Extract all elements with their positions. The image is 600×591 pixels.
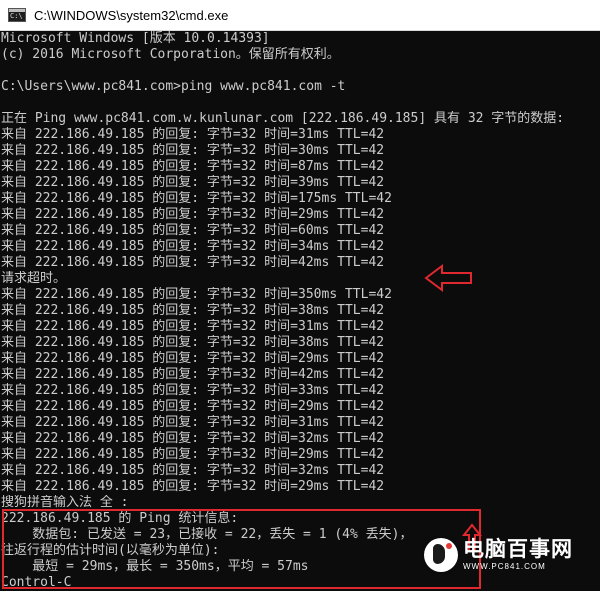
console-line: 来自 222.186.49.185 的回复: 字节=32 时间=31ms TTL… xyxy=(1,415,385,430)
console-line: 来自 222.186.49.185 的回复: 字节=32 时间=30ms TTL… xyxy=(1,143,385,158)
console-line: 正在 Ping www.pc841.com.w.kunlunar.com [22… xyxy=(1,111,565,126)
console-line: 来自 222.186.49.185 的回复: 字节=32 时间=29ms TTL… xyxy=(1,479,385,494)
console-line: 来自 222.186.49.185 的回复: 字节=32 时间=32ms TTL… xyxy=(1,463,385,478)
watermark: 电脑百事网 WWW.PC841.COM xyxy=(424,531,573,579)
console-line: 来自 222.186.49.185 的回复: 字节=32 时间=29ms TTL… xyxy=(1,207,385,222)
console-line: 来自 222.186.49.185 的回复: 字节=32 时间=38ms TTL… xyxy=(1,335,385,350)
console-line: 来自 222.186.49.185 的回复: 字节=32 时间=38ms TTL… xyxy=(1,303,385,318)
console-line: 来自 222.186.49.185 的回复: 字节=32 时间=31ms TTL… xyxy=(1,127,385,142)
console-line: 来自 222.186.49.185 的回复: 字节=32 时间=29ms TTL… xyxy=(1,447,385,462)
console-line: 来自 222.186.49.185 的回复: 字节=32 时间=87ms TTL… xyxy=(1,159,385,174)
console-line: 来自 222.186.49.185 的回复: 字节=32 时间=32ms TTL… xyxy=(1,431,385,446)
console-line: 来自 222.186.49.185 的回复: 字节=32 时间=34ms TTL… xyxy=(1,239,385,254)
console-output[interactable]: Microsoft Windows [版本 10.0.14393] (c) 20… xyxy=(0,31,600,591)
console-line: 来自 222.186.49.185 的回复: 字节=32 时间=39ms TTL… xyxy=(1,175,385,190)
console-line: C:\Users\www.pc841.com>ping www.pc841.co… xyxy=(1,79,346,94)
console-line: 来自 222.186.49.185 的回复: 字节=32 时间=29ms TTL… xyxy=(1,399,385,414)
title-bar[interactable]: C:\WINDOWS\system32\cmd.exe xyxy=(0,0,600,31)
window-title: C:\WINDOWS\system32\cmd.exe xyxy=(34,7,229,23)
cmd-window: C:\WINDOWS\system32\cmd.exe Microsoft Wi… xyxy=(0,0,600,591)
timeout-arrow-icon xyxy=(424,264,472,292)
watermark-url: WWW.PC841.COM xyxy=(463,562,546,571)
console-line: 来自 222.186.49.185 的回复: 字节=32 时间=31ms TTL… xyxy=(1,319,385,334)
statistics-highlight-box xyxy=(2,509,481,589)
console-line: 来自 222.186.49.185 的回复: 字节=32 时间=29ms TTL… xyxy=(1,351,385,366)
watermark-name: 电脑百事网 xyxy=(463,538,573,561)
watermark-logo-icon xyxy=(424,538,458,572)
console-line: 来自 222.186.49.185 的回复: 字节=32 时间=350ms TT… xyxy=(1,287,392,302)
console-line: 来自 222.186.49.185 的回复: 字节=32 时间=175ms TT… xyxy=(1,191,392,206)
console-line: Microsoft Windows [版本 10.0.14393] xyxy=(1,31,270,46)
cmd-app-icon xyxy=(8,8,26,22)
console-line: 来自 222.186.49.185 的回复: 字节=32 时间=33ms TTL… xyxy=(1,383,385,398)
console-line: 来自 222.186.49.185 的回复: 字节=32 时间=42ms TTL… xyxy=(1,255,385,270)
console-line: 来自 222.186.49.185 的回复: 字节=32 时间=60ms TTL… xyxy=(1,223,385,238)
console-line: 请求超时。 xyxy=(1,271,67,286)
console-line: (c) 2016 Microsoft Corporation。保留所有权利。 xyxy=(1,47,340,62)
console-line: 来自 222.186.49.185 的回复: 字节=32 时间=42ms TTL… xyxy=(1,367,385,382)
